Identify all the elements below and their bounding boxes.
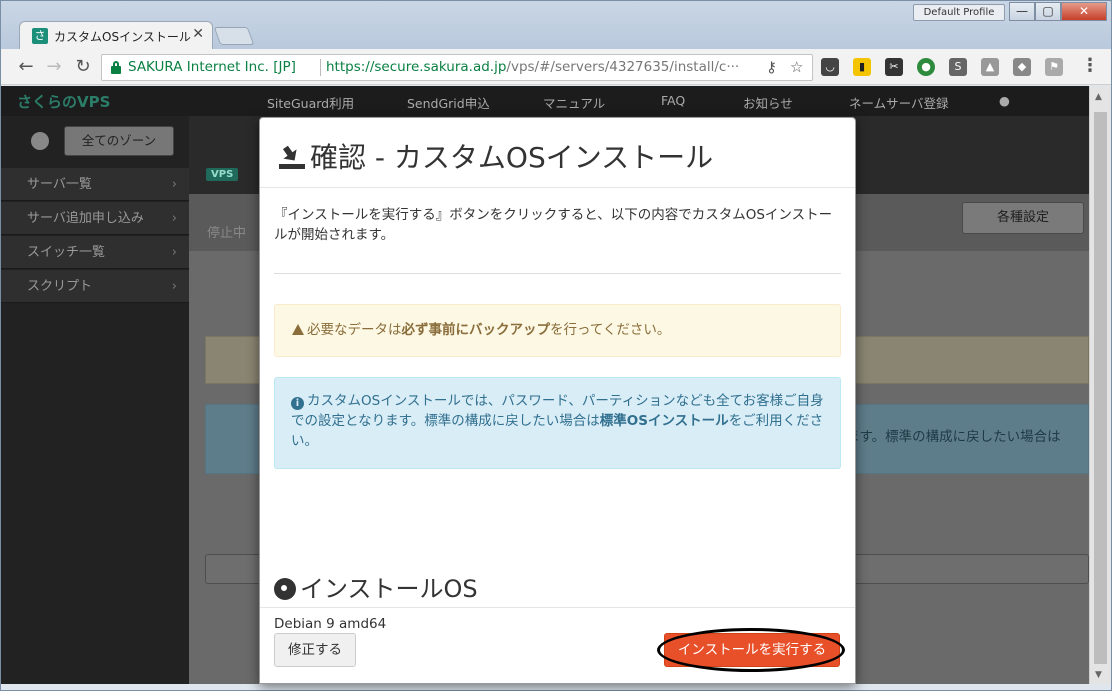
key-icon[interactable]: ⚷ xyxy=(766,58,777,76)
nav-faq[interactable]: FAQ xyxy=(661,93,685,108)
lock-icon xyxy=(111,61,121,74)
sidebar-item-add-server[interactable]: サーバ追加申し込み › xyxy=(1,202,189,235)
title-bar: さ カスタムOSインストール ✕ Default Profile — ▢ ✕ xyxy=(1,1,1111,49)
extension-pdf-icon[interactable]: ⚑ xyxy=(1045,58,1063,76)
browser-menu-icon[interactable]: ⋮ xyxy=(1081,55,1099,76)
dropbox-icon[interactable]: ◆ xyxy=(1013,58,1031,76)
bg-info-text: なります。標準の構成に戻したい場合は xyxy=(819,429,1061,445)
nav-siteguard[interactable]: SiteGuard利用 xyxy=(267,93,354,112)
modal-header: 確認 - カスタムOSインストール xyxy=(260,118,855,188)
extension-s-icon[interactable]: S xyxy=(949,58,967,76)
nav-sendgrid[interactable]: SendGrid申込 xyxy=(407,93,490,112)
maximize-button[interactable]: ▢ xyxy=(1035,2,1061,21)
new-tab-button[interactable] xyxy=(213,27,255,45)
tab-close-icon[interactable]: ✕ xyxy=(192,26,204,42)
browser-tab[interactable]: さ カスタムOSインストール ✕ xyxy=(19,21,213,49)
extension-phone-icon[interactable]: ▮ xyxy=(853,58,871,76)
browser-toolbar: ← → ↻ SAKURA Internet Inc. [JP] https://… xyxy=(1,49,1111,85)
forward-arrow-icon[interactable]: → xyxy=(43,56,65,78)
browser-window: さ カスタムOSインストール ✕ Default Profile — ▢ ✕ ←… xyxy=(0,0,1112,691)
page-scrollbar[interactable]: ▲ ▼ xyxy=(1089,86,1111,684)
vps-badge: VPS xyxy=(206,168,239,181)
app-top-nav: さくらのVPS SiteGuard利用 SendGrid申込 マニュアル FAQ… xyxy=(1,86,1089,116)
nav-manual[interactable]: マニュアル xyxy=(543,93,605,112)
extension-badge-icon[interactable]: ● xyxy=(917,58,935,76)
url-text: https://secure.sakura.ad.jp/vps/#/server… xyxy=(326,59,740,75)
back-arrow-icon[interactable]: ← xyxy=(15,56,37,78)
bookmark-star-icon[interactable]: ☆ xyxy=(790,58,803,76)
scrollbar-thumb[interactable] xyxy=(1094,112,1107,664)
sidebar-item-switches[interactable]: スイッチ一覧 › xyxy=(1,236,189,269)
backup-warning-alert: 必要なデータは必ず事前にバックアップを行ってください。 xyxy=(274,304,841,357)
sidebar-item-servers[interactable]: サーバ一覧 › xyxy=(1,168,189,201)
zone-select-button[interactable]: 全てのゾーン xyxy=(64,126,174,156)
scroll-up-arrow-icon[interactable]: ▲ xyxy=(1095,92,1102,102)
extension-clipper-icon[interactable]: ✂ xyxy=(885,58,903,76)
sidebar-item-scripts[interactable]: スクリプト › xyxy=(1,270,189,303)
sakura-favicon-icon: さ xyxy=(32,28,48,44)
tab-title: カスタムOSインストール xyxy=(54,30,191,44)
nav-news[interactable]: お知らせ xyxy=(743,93,793,112)
modal-title: 確認 - カスタムOSインストール xyxy=(310,141,714,174)
address-bar[interactable]: SAKURA Internet Inc. [JP] https://secure… xyxy=(101,54,813,81)
fix-button[interactable]: 修正する xyxy=(274,633,356,667)
execute-install-button[interactable]: インストールを実行する xyxy=(664,633,840,667)
settings-button[interactable]: 各種設定 xyxy=(962,202,1084,234)
reload-icon[interactable]: ↻ xyxy=(72,56,94,78)
intro-text: 『インストールを実行する』ボタンをクリックすると、以下の内容でカスタムOSインス… xyxy=(274,207,833,243)
app-sidebar: 全てのゾーン サーバ一覧 › サーバ追加申し込み › スイッチ一覧 › スクリプト › xyxy=(1,116,189,684)
globe-icon xyxy=(31,132,49,150)
nav-nameserver[interactable]: ネームサーバ登録 xyxy=(849,93,949,112)
profile-button[interactable]: Default Profile xyxy=(913,4,1005,21)
drive-icon[interactable]: ▲ xyxy=(981,58,999,76)
warning-icon xyxy=(292,324,304,335)
install-download-icon xyxy=(279,145,305,169)
confirm-modal: 確認 - カスタムOSインストール 『インストールを実行する』ボタンをクリックす… xyxy=(259,117,856,684)
minimize-button[interactable]: — xyxy=(1009,2,1035,21)
install-os-heading: インストールOS xyxy=(274,569,478,604)
app-logo: さくらのVPS xyxy=(17,93,111,111)
site-identity: SAKURA Internet Inc. [JP] xyxy=(128,59,296,75)
scroll-down-arrow-icon[interactable]: ▼ xyxy=(1095,670,1102,680)
info-icon: i xyxy=(291,397,304,410)
close-window-button[interactable]: ✕ xyxy=(1061,2,1107,21)
server-status: 停止中 xyxy=(207,226,247,241)
modal-footer: 修正する インストールを実行する xyxy=(260,607,855,685)
divider xyxy=(274,273,841,274)
pocket-icon[interactable]: ◡ xyxy=(821,58,839,76)
disc-icon xyxy=(274,578,296,600)
custom-os-info-alert: i カスタムOSインストールでは、パスワード、パーティションなども全てお客様ご自身… xyxy=(274,377,841,469)
user-icon[interactable]: ● xyxy=(999,93,1010,108)
modal-body: 『インストールを実行する』ボタンをクリックすると、以下の内容でカスタムOSインス… xyxy=(260,189,855,632)
